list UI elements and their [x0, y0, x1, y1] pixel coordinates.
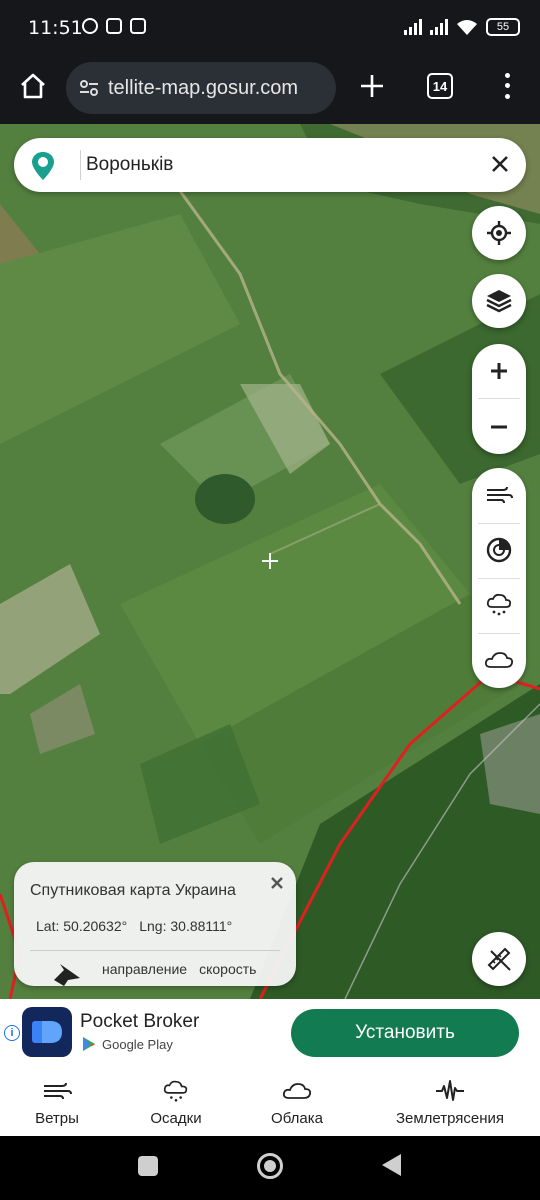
wind-direction-arrow-icon: [54, 964, 80, 986]
zoom-out-button[interactable]: [472, 400, 526, 454]
tab-label: Облака: [271, 1110, 323, 1127]
browser-menu-icon[interactable]: [497, 70, 517, 102]
install-button[interactable]: Установить: [291, 1009, 519, 1057]
direction-label: направление: [102, 961, 188, 977]
layers-button[interactable]: [472, 274, 526, 328]
site-settings-icon[interactable]: [78, 77, 100, 99]
tab-clouds[interactable]: Облака: [262, 1068, 332, 1136]
wind-icon: [44, 1082, 72, 1100]
new-tab-icon[interactable]: [356, 70, 388, 102]
signal-icon: [430, 19, 448, 35]
cloud-icon: [282, 1083, 312, 1099]
url-text: tellite-map.gosur.com: [108, 76, 299, 99]
rain-cloud-icon: [163, 1080, 188, 1102]
tab-precipitation[interactable]: Осадки: [141, 1068, 211, 1136]
tab-earthquakes[interactable]: Землетрясения: [385, 1068, 515, 1136]
upload-icon: [130, 18, 146, 34]
recents-button[interactable]: [138, 1156, 158, 1176]
close-icon[interactable]: [490, 154, 510, 174]
ad-banner[interactable]: i Pocket Broker Google Play Установить: [0, 999, 540, 1068]
satellite-map[interactable]: Вороньків Спутниковая карта Украина Lat:…: [0, 124, 540, 999]
ruler-pencil-icon: [487, 947, 511, 971]
minus-icon: [491, 425, 507, 429]
tab-count: 14: [432, 78, 448, 94]
cloud-icon: [484, 652, 514, 668]
longitude-value: Lng: 30.88111°: [139, 918, 233, 934]
app-logo: [22, 1007, 72, 1057]
install-label: Установить: [355, 1022, 455, 1043]
ad-store-label: Google Play: [102, 1036, 173, 1052]
search-bar[interactable]: Вороньків: [14, 138, 526, 192]
ad-app-name: Pocket Broker: [80, 1011, 200, 1032]
status-bar: 11:51 55: [0, 0, 540, 58]
tab-winds[interactable]: Ветры: [22, 1068, 92, 1136]
system-nav-bar: [0, 1136, 540, 1200]
zoom-controls: [472, 344, 526, 454]
tab-label: Землетрясения: [395, 1110, 505, 1127]
wind-layer-button[interactable]: [472, 468, 526, 522]
info-card-title: Спутниковая карта Украина: [30, 882, 236, 899]
viber-icon: [82, 18, 98, 34]
home-button[interactable]: [257, 1153, 283, 1179]
plus-icon: [491, 363, 507, 379]
tab-label: Осадки: [150, 1110, 202, 1127]
bottom-tab-bar: Ветры Осадки Облака Землетрясения: [0, 1068, 540, 1136]
crosshair-target-icon: [487, 221, 511, 245]
tab-switcher-button[interactable]: 14: [427, 73, 453, 99]
latitude-value: Lat: 50.20632°: [36, 918, 128, 934]
speed-label: скорость: [199, 961, 257, 977]
search-input[interactable]: Вороньків: [86, 154, 173, 176]
layers-icon: [486, 290, 512, 313]
my-location-button[interactable]: [472, 206, 526, 260]
wind-icon: [487, 486, 513, 504]
message-icon: [106, 18, 122, 34]
ad-info-icon[interactable]: i: [4, 1025, 20, 1041]
home-icon[interactable]: [18, 71, 48, 101]
weather-layers-panel: [472, 468, 526, 688]
measure-button[interactable]: [472, 932, 526, 986]
location-info-card: Спутниковая карта Украина Lat: 50.20632°…: [14, 862, 296, 986]
seismic-icon: [436, 1080, 464, 1101]
wifi-icon: [457, 20, 477, 35]
close-icon[interactable]: [270, 876, 284, 890]
radar-icon: [486, 537, 512, 563]
location-pin-icon: [32, 152, 54, 180]
status-time: 11:51: [28, 17, 83, 39]
map-center-crosshair: [262, 553, 278, 569]
battery-level: 55: [496, 21, 510, 33]
zoom-in-button[interactable]: [472, 344, 526, 398]
address-bar[interactable]: tellite-map.gosur.com: [66, 62, 336, 114]
precipitation-layer-button[interactable]: [472, 578, 526, 632]
tab-label: Ветры: [35, 1110, 79, 1127]
google-play-icon: [83, 1037, 95, 1051]
browser-toolbar: tellite-map.gosur.com 14: [0, 58, 540, 124]
battery-icon: 55: [486, 18, 520, 36]
rain-cloud-icon: [486, 593, 512, 616]
radar-layer-button[interactable]: [472, 523, 526, 577]
signal-icon: [404, 19, 422, 35]
back-button[interactable]: [382, 1154, 401, 1176]
clouds-layer-button[interactable]: [472, 633, 526, 687]
